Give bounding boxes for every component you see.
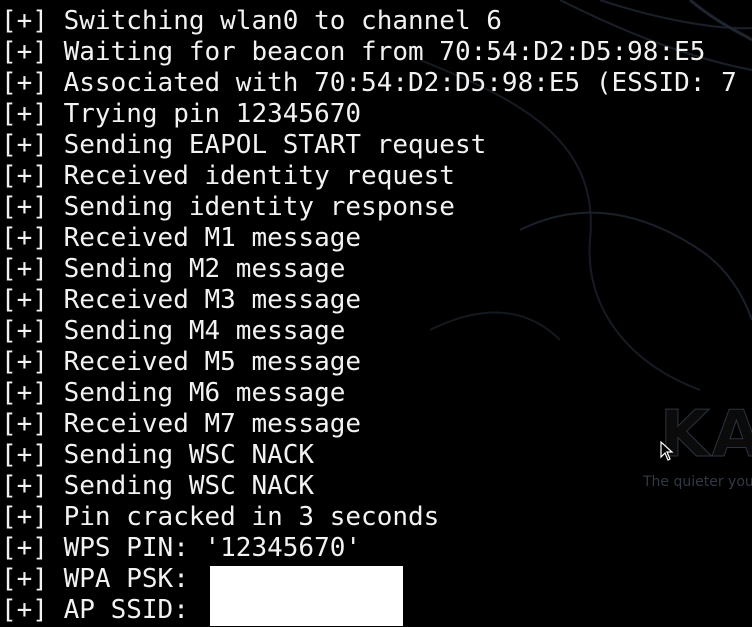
line-prefix: [+] <box>1 130 48 160</box>
output-line-ap-ssid: [+] AP SSID: <box>0 595 737 626</box>
output-line: [+] Switching wlan0 to channel 6 <box>0 6 737 37</box>
output-line: [+] Sending identity response <box>0 192 737 223</box>
line-text: Sending EAPOL START request <box>63 130 487 160</box>
line-prefix: [+] <box>1 6 48 36</box>
line-text: Sending WSC NACK <box>63 440 315 470</box>
output-line: [+] Pin cracked in 3 seconds <box>0 502 737 533</box>
output-line: [+] Sending M6 message <box>0 378 737 409</box>
output-line: [+] Received M3 message <box>0 285 737 316</box>
line-text: Pin cracked in 3 seconds <box>63 502 440 532</box>
line-prefix: [+] <box>1 595 48 625</box>
terminal-window[interactable]: KAL The quieter you [+] Switching wlan0 … <box>0 0 752 627</box>
output-line: [+] WPS PIN: '12345670' <box>0 533 737 564</box>
terminal-output: [+] Switching wlan0 to channel 6 [+] Wai… <box>0 0 737 626</box>
line-text: Sending M4 message <box>63 316 346 346</box>
line-text: WPA PSK: <box>63 564 205 594</box>
output-line: [+] Associated with 70:54:D2:D5:98:E5 (E… <box>0 68 737 99</box>
redacted-psk-box <box>210 566 403 596</box>
output-line: [+] Sending EAPOL START request <box>0 130 737 161</box>
line-text: Sending WSC NACK <box>63 471 315 501</box>
line-prefix: [+] <box>1 99 48 129</box>
line-text: Received M1 message <box>63 223 362 253</box>
line-prefix: [+] <box>1 378 48 408</box>
output-line: [+] Waiting for beacon from 70:54:D2:D5:… <box>0 37 737 68</box>
line-text: Received identity request <box>63 161 455 191</box>
line-prefix: [+] <box>1 161 48 191</box>
line-text: Associated with 70:54:D2:D5:98:E5 (ESSID… <box>63 68 737 98</box>
output-line: [+] Received M5 message <box>0 347 737 378</box>
line-prefix: [+] <box>1 37 48 67</box>
line-prefix: [+] <box>1 564 48 594</box>
line-prefix: [+] <box>1 502 48 532</box>
line-prefix: [+] <box>1 347 48 377</box>
line-text: Switching wlan0 to channel 6 <box>63 6 502 36</box>
output-line: [+] Sending M4 message <box>0 316 737 347</box>
line-text: WPS PIN: '12345670' <box>63 533 362 563</box>
output-line: [+] Received M1 message <box>0 223 737 254</box>
line-text: Sending M6 message <box>63 378 346 408</box>
mouse-pointer-icon <box>660 441 674 461</box>
line-text: Waiting for beacon from 70:54:D2:D5:98:E… <box>63 37 706 67</box>
line-prefix: [+] <box>1 440 48 470</box>
line-text: Received M7 message <box>63 409 362 439</box>
output-line: [+] Sending WSC NACK <box>0 440 737 471</box>
output-line: [+] Sending M2 message <box>0 254 737 285</box>
line-text: Received M3 message <box>63 285 362 315</box>
line-prefix: [+] <box>1 533 48 563</box>
output-line-wpa-psk: [+] WPA PSK: <box>0 564 737 596</box>
line-prefix: [+] <box>1 254 48 284</box>
line-text: Received M5 message <box>63 347 362 377</box>
line-prefix: [+] <box>1 409 48 439</box>
line-prefix: [+] <box>1 316 48 346</box>
redacted-ssid-box <box>210 595 403 626</box>
line-text: Sending M2 message <box>63 254 346 284</box>
output-line: [+] Received identity request <box>0 161 737 192</box>
line-text: Trying pin 12345670 <box>63 99 362 129</box>
line-prefix: [+] <box>1 285 48 315</box>
line-prefix: [+] <box>1 223 48 253</box>
line-text: AP SSID: <box>63 595 205 625</box>
output-line: [+] Trying pin 12345670 <box>0 99 737 130</box>
output-line: [+] Sending WSC NACK <box>0 471 737 502</box>
line-text: Sending identity response <box>63 192 455 222</box>
output-line: [+] Received M7 message <box>0 409 737 440</box>
line-prefix: [+] <box>1 192 48 222</box>
line-prefix: [+] <box>1 471 48 501</box>
line-prefix: [+] <box>1 68 48 98</box>
